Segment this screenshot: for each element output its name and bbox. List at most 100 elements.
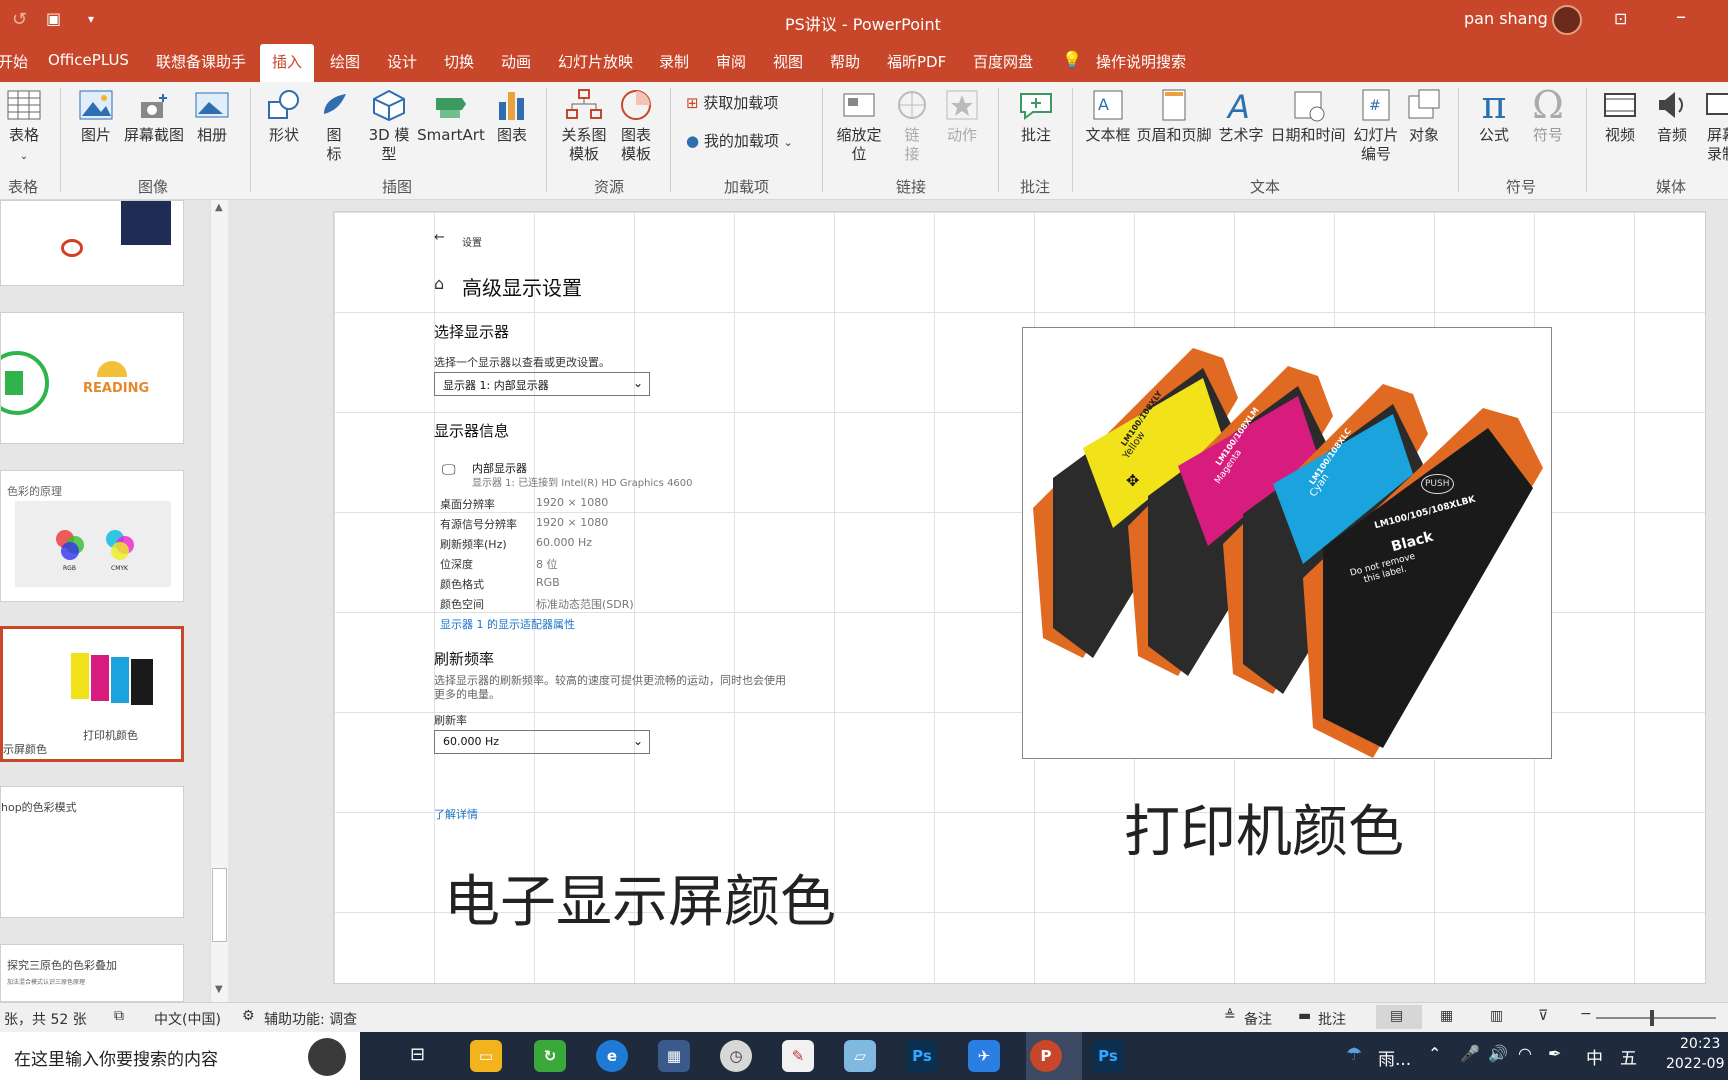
audio-button[interactable]: 音频 <box>1650 88 1694 145</box>
slide-thumbnail[interactable]: 色彩的原理 RGB CMYK <box>0 470 184 602</box>
tab-insert[interactable]: 插入 <box>260 44 315 82</box>
smartart-button[interactable]: SmartArt <box>416 88 486 145</box>
chevron-up-icon[interactable]: ⌃ <box>1428 1044 1441 1063</box>
slide-sorter-icon[interactable]: ▦ <box>1440 1008 1453 1024</box>
photoshop-window-icon[interactable]: Ps <box>1092 1040 1124 1072</box>
accessibility-icon[interactable]: ⧉ <box>114 1008 124 1024</box>
taskbar-search-box[interactable]: 在这里输入你要搜索的内容 <box>0 1032 360 1080</box>
tab-animations[interactable]: 动画 <box>501 51 531 72</box>
powerpoint-icon[interactable]: P <box>1030 1040 1062 1072</box>
picture-button[interactable]: 图片 <box>74 88 118 145</box>
zoom-slider[interactable] <box>1596 1017 1716 1019</box>
tab-baidu[interactable]: 百度网盘 <box>973 51 1033 72</box>
object-button[interactable]: 对象 <box>1404 88 1444 145</box>
volume-icon[interactable]: 🔊 <box>1488 1044 1508 1063</box>
notes-button[interactable]: 备注 <box>1244 1009 1272 1029</box>
task-view-icon[interactable]: ⊟ <box>410 1044 425 1065</box>
present-icon[interactable]: ▣ <box>46 9 61 28</box>
tab-transitions[interactable]: 切换 <box>444 51 474 72</box>
user-name[interactable]: pan shang <box>1464 9 1548 28</box>
app-green-icon[interactable]: ↻ <box>534 1040 566 1072</box>
my-addins-button[interactable]: ● 我的加载项 ⌄ <box>686 130 793 151</box>
video-button[interactable]: 视频 <box>1598 88 1642 145</box>
ime-mode[interactable]: 五 <box>1620 1044 1637 1069</box>
store-icon[interactable]: ▦ <box>658 1040 690 1072</box>
link-button[interactable]: 链接 <box>892 88 932 164</box>
3d-models-button[interactable]: 3D 模型 <box>364 88 414 164</box>
autosave-icon[interactable]: ↺ <box>12 9 27 30</box>
slide-thumbnail[interactable]: READING <box>0 312 184 444</box>
tab-draw[interactable]: 绘图 <box>330 51 360 72</box>
scrollbar-thumb[interactable] <box>212 868 227 942</box>
relationship-template-button[interactable]: 关系图 模板 <box>558 88 610 164</box>
customize-toolbar-icon[interactable]: ▾ <box>88 12 94 26</box>
printer-cartridges-image[interactable]: LM100/108XLY Yellow LM100/108XLM Magenta… <box>1022 327 1552 759</box>
tab-foxit[interactable]: 福昕PDF <box>887 51 946 72</box>
weather-icon[interactable]: ☂ <box>1346 1044 1362 1065</box>
wifi-icon[interactable]: ◠ <box>1518 1044 1532 1063</box>
accessibility-status[interactable]: 辅助功能: 调查 <box>264 1009 357 1029</box>
wordart-button[interactable]: A 艺术字 <box>1216 88 1266 145</box>
equation-button[interactable]: π 公式 <box>1472 86 1516 145</box>
clock-time[interactable]: 20:23 <box>1680 1036 1720 1052</box>
slide-thumbnail[interactable] <box>0 200 184 286</box>
tab-record[interactable]: 录制 <box>659 51 689 72</box>
avatar[interactable] <box>1552 5 1582 35</box>
caption-screen-color: 电子显示屏颜色 <box>444 870 836 935</box>
date-time-button[interactable]: 日期和时间 <box>1268 88 1348 145</box>
ribbon-display-icon[interactable]: ⊡ <box>1614 9 1627 28</box>
scroll-down-icon[interactable]: ▼ <box>215 984 223 995</box>
clock-app-icon[interactable]: ◷ <box>720 1040 752 1072</box>
clock-date[interactable]: 2022-09 <box>1666 1056 1725 1072</box>
action-button[interactable]: 动作 <box>940 88 984 145</box>
slideshow-icon[interactable]: ⊽ <box>1538 1008 1548 1024</box>
ime-language[interactable]: 中 <box>1586 1044 1603 1069</box>
tab-help[interactable]: 帮助 <box>830 51 860 72</box>
comment-button[interactable]: 批注 <box>1014 88 1058 145</box>
zoom-button[interactable]: 缩放定位 <box>832 88 886 164</box>
symbol-button[interactable]: Ω 符号 <box>1526 86 1570 145</box>
feishu-icon[interactable]: ✈ <box>968 1040 1000 1072</box>
chart-button[interactable]: 图表 <box>490 88 534 145</box>
tab-view[interactable]: 视图 <box>773 51 803 72</box>
weather-text[interactable]: 雨... <box>1378 1045 1411 1070</box>
chart-template-button[interactable]: 图表 模板 <box>614 88 658 164</box>
microphone-icon[interactable]: 🎤 <box>1460 1044 1480 1063</box>
paint-icon[interactable]: ✎ <box>782 1040 814 1072</box>
file-explorer-icon[interactable]: ▭ <box>470 1040 502 1072</box>
slide-number-button[interactable]: # 幻灯片 编号 <box>1350 88 1402 164</box>
shapes-button[interactable]: 形状 <box>262 88 306 145</box>
tab-design[interactable]: 设计 <box>387 51 417 72</box>
screen-recording-button[interactable]: 屏幕录制 <box>1702 88 1728 164</box>
textbox-button[interactable]: A 文本框 <box>1082 88 1134 145</box>
slide-thumbnail-active[interactable]: 打印机颜色 示屏颜色 <box>0 626 184 762</box>
pen-icon[interactable]: ✒ <box>1548 1044 1561 1063</box>
screenshot-button[interactable]: 屏幕截图 <box>122 88 186 145</box>
tell-me-search[interactable]: 操作说明搜索 <box>1096 51 1186 72</box>
tab-home[interactable]: 开始 <box>0 51 28 72</box>
tab-lenovo[interactable]: 联想备课助手 <box>156 51 246 72</box>
tab-review[interactable]: 审阅 <box>716 51 746 72</box>
icons-button[interactable]: 图标 <box>316 88 352 164</box>
table-button[interactable]: 表格 ⌄ <box>4 88 44 166</box>
divider <box>1586 88 1587 192</box>
slide-thumbnail[interactable]: hop的色彩模式 <box>0 786 184 918</box>
get-addins-button[interactable]: ⊞ 获取加载项 <box>686 92 778 113</box>
reading-view-icon[interactable]: ▥ <box>1490 1008 1503 1024</box>
slide-thumbnail[interactable]: 探究三原色的色彩叠加 加法混合模式认识三原色原理 <box>0 944 184 1002</box>
zoom-out-icon[interactable]: − <box>1580 1006 1592 1022</box>
tab-officeplus[interactable]: OfficePLUS <box>48 51 129 69</box>
scroll-up-icon[interactable]: ▲ <box>215 202 223 213</box>
album-button[interactable]: 相册 <box>190 88 234 145</box>
comments-button[interactable]: 批注 <box>1318 1009 1346 1029</box>
zoom-slider-thumb[interactable] <box>1650 1010 1654 1026</box>
thumbnail-scrollbar[interactable]: ▲ ▼ <box>210 200 228 1002</box>
minimize-icon[interactable]: – <box>1676 4 1686 28</box>
edge-icon[interactable]: e <box>596 1040 628 1072</box>
photoshop-icon[interactable]: Ps <box>906 1040 938 1072</box>
header-footer-button[interactable]: 页眉和页脚 <box>1136 88 1212 145</box>
slide-canvas[interactable]: ← 设置 ⌂ 高级显示设置 选择显示器 选择一个显示器以查看或更改设置。 显示器… <box>333 211 1706 984</box>
tab-slideshow[interactable]: 幻灯片放映 <box>558 51 633 72</box>
notes-app-icon[interactable]: ▱ <box>844 1040 876 1072</box>
language-indicator[interactable]: 中文(中国) <box>154 1009 221 1029</box>
